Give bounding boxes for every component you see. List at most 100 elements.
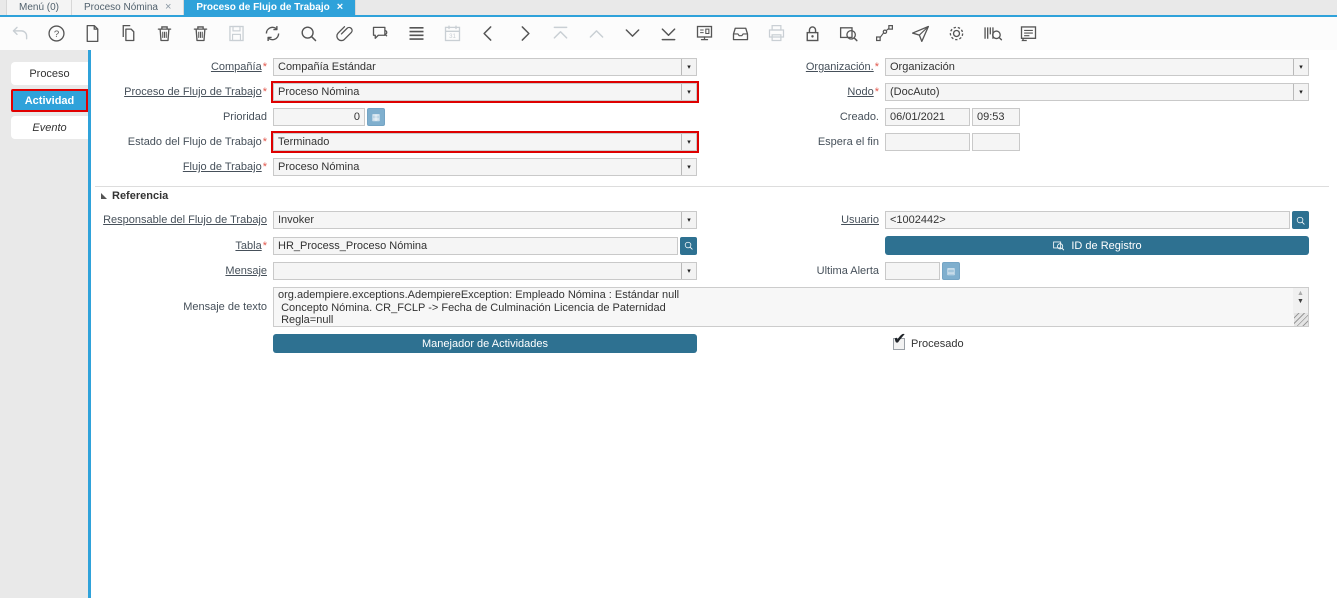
manejador-de-actividades-button[interactable]: Manejador de Actividades [273,334,697,353]
calculator-icon[interactable]: ▦ [367,108,385,126]
save-icon [226,23,247,44]
espera-fin-time-field[interactable] [972,133,1020,151]
workflow-icon[interactable] [874,23,895,44]
send-request-icon[interactable] [910,23,931,44]
collapse-triangle-icon [101,193,107,199]
referencia-group-header[interactable]: Referencia [101,190,1337,202]
mensaje-label: Mensaje [225,265,267,277]
proceso-flujo-combobox[interactable]: Proceso Nómina ▾ [271,81,699,103]
detail-record-icon[interactable] [514,23,535,44]
proceso-flujo-label: Proceso de Flujo de Trabajo* [124,86,267,98]
calendar-icon[interactable]: ▤ [942,262,960,280]
record-zoom-icon [1053,241,1065,251]
print-icon [766,23,787,44]
scroll-down-icon[interactable]: ▼ [1297,298,1304,305]
mensaje-combobox[interactable]: ▾ [273,262,697,280]
side-tab-actividad[interactable]: Actividad [11,89,88,112]
tab-proceso-flujo-trabajo[interactable]: Proceso de Flujo de Trabajo × [184,0,357,15]
group-separator [95,186,1329,187]
usuario-field[interactable]: <1002442> [885,211,1290,229]
chevron-down-icon[interactable]: ▾ [1293,59,1308,75]
mensaje-texto-label: Mensaje de texto [183,301,267,313]
chevron-down-icon[interactable]: ▾ [681,212,696,228]
lock-icon[interactable] [802,23,823,44]
prioridad-field[interactable]: 0 [273,108,365,126]
chat-icon[interactable] [370,23,391,44]
chevron-down-icon[interactable]: ▾ [1293,84,1308,100]
nodo-label: Nodo* [847,86,879,98]
side-tab-proceso[interactable]: Proceso [11,62,88,85]
id-de-registro-label: ID de Registro [1071,239,1142,252]
chevron-down-icon[interactable]: ▾ [681,159,696,175]
attachment-icon[interactable] [334,23,355,44]
procesado-checkbox[interactable]: ✔ [893,331,906,350]
preference-icon[interactable] [946,23,967,44]
next-record-icon[interactable] [622,23,643,44]
scroll-up-icon[interactable]: ▲ [1297,290,1304,297]
mensaje-value [274,263,681,279]
nodo-combobox[interactable]: (DocAuto) ▾ [885,83,1309,101]
compania-label: Compañía* [210,61,267,73]
mensaje-texto-textarea[interactable]: org.adempiere.exceptions.AdempiereExcept… [273,287,1309,327]
creado-time-field[interactable]: 09:53 [972,108,1020,126]
nodo-value: (DocAuto) [890,86,940,98]
estado-combobox[interactable]: Terminado ▾ [271,131,699,153]
responsable-value: Invoker [278,214,315,226]
responsable-combobox[interactable]: Invoker ▾ [273,211,697,229]
undo-icon [10,23,31,44]
chevron-down-icon[interactable]: ▾ [681,84,696,100]
toggle-grid-icon[interactable] [406,23,427,44]
new-record-icon[interactable] [82,23,103,44]
side-tab-evento[interactable]: Evento [11,116,88,139]
refresh-icon[interactable] [262,23,283,44]
compania-value: Compañía Estándar [278,61,376,73]
chevron-down-icon[interactable]: ▾ [681,59,696,75]
tabla-label: Tabla* [235,239,267,252]
estado-value: Terminado [278,136,330,148]
textarea-scrollbar[interactable]: ▲ ▼ [1293,288,1308,315]
memo-icon[interactable] [1018,23,1039,44]
copy-record-icon[interactable] [118,23,139,44]
tab-proceso-flujo-trabajo-label: Proceso de Flujo de Trabajo [196,2,330,13]
tab-proceso-nomina[interactable]: Proceso Nómina × [72,0,185,15]
id-de-registro-button[interactable]: ID de Registro [885,236,1309,255]
delete-selection-icon[interactable] [190,23,211,44]
archive-icon[interactable] [730,23,751,44]
creado-date-field[interactable]: 06/01/2021 [885,108,970,126]
proceso-flujo-value: Proceso Nómina [278,86,360,98]
ultima-alerta-field[interactable] [885,262,940,280]
manejador-label: Manejador de Actividades [422,337,548,350]
tabla-field[interactable]: HR_Process_Proceso Nómina [273,236,678,255]
product-info-icon[interactable] [982,23,1003,44]
organizacion-combobox[interactable]: Organización ▾ [885,58,1309,76]
previous-record-icon [586,23,607,44]
zoom-icon[interactable] [1292,211,1309,229]
last-record-icon[interactable] [658,23,679,44]
espera-fin-date-field[interactable] [885,133,970,151]
tab-proceso-nomina-label: Proceso Nómina [84,2,158,13]
responsable-label: Responsable del Flujo de Trabajo [103,214,267,226]
tab-menu-label: Menú (0) [19,2,60,13]
flujo-combobox[interactable]: Proceso Nómina ▾ [273,158,697,176]
usuario-label: Usuario [841,214,879,226]
close-icon[interactable]: × [165,2,171,13]
delete-record-icon[interactable] [154,23,175,44]
compania-combobox[interactable]: Compañía Estándar ▾ [273,58,697,76]
zoom-icon[interactable] [680,236,697,255]
chevron-down-icon[interactable]: ▾ [681,134,696,150]
calendar-icon [442,23,463,44]
resize-handle-icon[interactable] [1294,313,1308,326]
report-icon[interactable] [694,23,715,44]
find-icon[interactable] [298,23,319,44]
chevron-down-icon[interactable]: ▾ [681,263,696,279]
prioridad-value: 0 [353,111,360,123]
estado-label: Estado del Flujo de Trabajo* [127,136,267,148]
toolbar [0,17,1337,50]
zoom-across-icon[interactable] [838,23,859,44]
parent-record-icon[interactable] [478,23,499,44]
tab-menu[interactable]: Menú (0) [6,0,73,15]
help-icon[interactable] [46,23,67,44]
close-icon[interactable]: × [337,2,343,13]
flujo-value: Proceso Nómina [278,161,360,173]
detail-tab-strip: Proceso Actividad Evento [0,50,91,598]
